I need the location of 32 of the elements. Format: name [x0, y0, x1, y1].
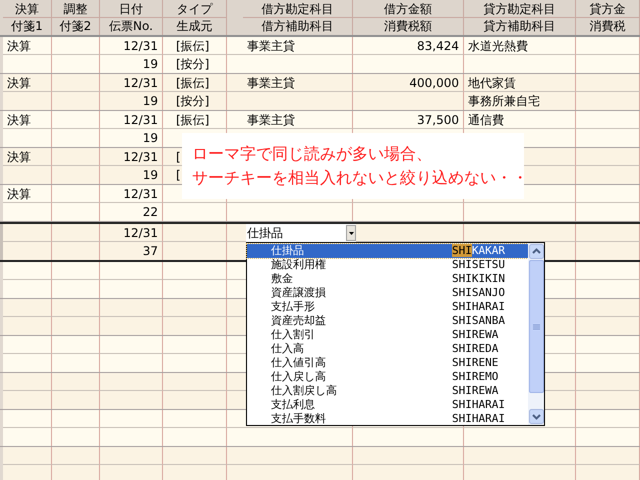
- table-cell: 37: [100, 242, 163, 260]
- table-cell: 400,000: [353, 74, 464, 92]
- table-cell: [振伝]: [163, 74, 227, 92]
- table-cell: 事業主貸: [243, 111, 353, 129]
- table-cell: 19: [100, 129, 163, 147]
- table-cell: 12/31: [100, 148, 163, 166]
- table-cell: 12/31: [100, 74, 163, 92]
- table-cell: [振伝]: [163, 37, 227, 55]
- table-cell: 83,424: [353, 37, 464, 55]
- table-cell: [按分]: [163, 55, 227, 73]
- table-cell: [按分]: [163, 92, 227, 110]
- table-cell: 決算: [3, 148, 52, 166]
- table-cell: 19: [100, 55, 163, 73]
- table-cell: 事業主貸: [243, 74, 353, 92]
- table-cell: 12/31: [100, 185, 163, 203]
- table-cell: 通信費: [464, 111, 576, 129]
- table-cell: 決算: [3, 37, 52, 55]
- table-cell: 地代家賃: [464, 74, 576, 92]
- table-cell: 22: [100, 203, 163, 221]
- table-cell: 決算: [3, 185, 52, 203]
- table-cell: 水道光熱費: [464, 37, 576, 55]
- table-cell: 37,500: [353, 111, 464, 129]
- table-cell: 事務所兼自宅: [464, 92, 576, 110]
- table-cell: 12/31: [100, 224, 163, 242]
- table-cell: [振伝]: [163, 111, 227, 129]
- table-cell: 12/31: [100, 37, 163, 55]
- table-cell: 決算: [3, 111, 52, 129]
- table-cell: 決算: [3, 74, 52, 92]
- table-cell: 12/31: [100, 111, 163, 129]
- table-cell: 事業主貸: [243, 37, 353, 55]
- table-cell: 19: [100, 92, 163, 110]
- table-cell: 19: [100, 166, 163, 184]
